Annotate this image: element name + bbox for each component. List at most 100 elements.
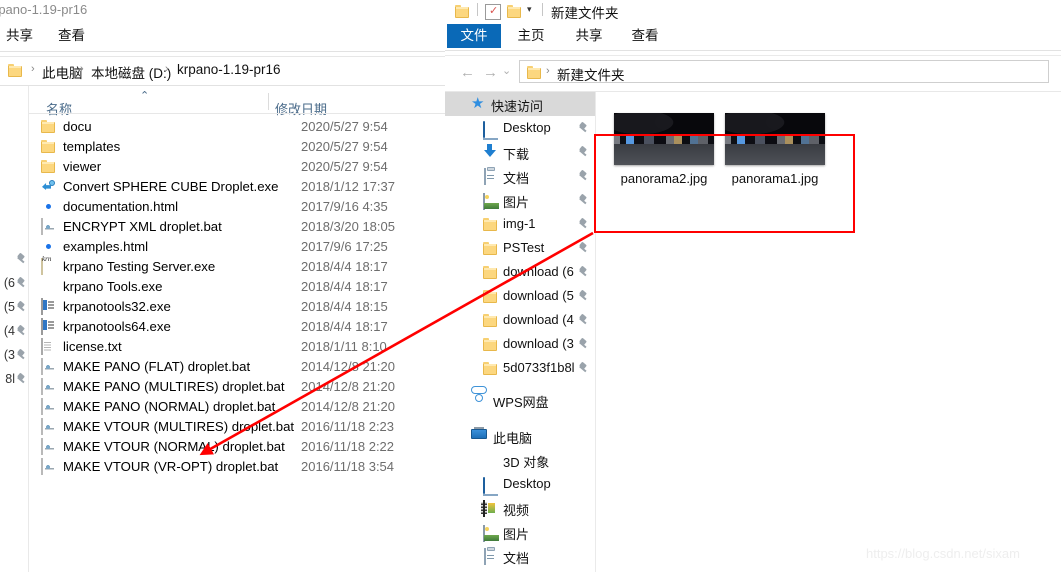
pin-icon[interactable] <box>16 350 27 361</box>
table-row[interactable]: examples.html 2017/9/6 17:25 <box>29 237 445 256</box>
breadcrumb-item-this-pc[interactable]: 此电脑 <box>42 62 83 82</box>
left-clipped-item-0[interactable] <box>0 248 28 272</box>
chevron-down-icon[interactable]: ▾ <box>527 4 532 15</box>
pin-icon[interactable] <box>578 219 589 230</box>
table-row[interactable]: license.txt 2018/1/11 8:10 <box>29 337 445 356</box>
file-name: Convert SPHERE CUBE Droplet.exe <box>63 179 279 194</box>
table-row[interactable]: docu 2020/5/27 9:54 <box>29 117 445 136</box>
table-row[interactable]: MAKE PANO (FLAT) droplet.bat 2014/12/8 2… <box>29 357 445 376</box>
left-tab-view[interactable]: 查看 <box>58 24 85 44</box>
sidebar-item-download-5[interactable]: download (5 <box>445 284 595 308</box>
pin-icon[interactable] <box>16 254 27 265</box>
file-date: 2017/9/16 4:35 <box>301 199 388 214</box>
properties-icon[interactable]: ✓ <box>485 4 501 20</box>
table-row[interactable]: ENCRYPT XML droplet.bat 2018/3/20 18:05 <box>29 217 445 236</box>
pin-icon[interactable] <box>578 363 589 374</box>
breadcrumb-item-local-disk[interactable]: 本地磁盘 (D:) <box>91 62 171 82</box>
sidebar-item-pictures[interactable]: 图片 <box>445 188 595 212</box>
left-clipped-item-5[interactable]: 8l <box>0 368 28 392</box>
left-clipped-item-4[interactable]: (3 <box>0 344 28 368</box>
left-clipped-item-3[interactable]: (4 <box>0 320 28 344</box>
column-header-divider[interactable] <box>268 93 269 110</box>
sidebar-item-img-1[interactable]: img-1 <box>445 212 595 236</box>
sidebar-item-desktop-2[interactable]: Desktop <box>445 472 595 496</box>
qat-divider-2 <box>542 3 543 16</box>
pin-icon[interactable] <box>16 326 27 337</box>
sidebar-item-videos[interactable]: 视频 <box>445 496 595 520</box>
breadcrumb-item-krpano[interactable]: krpano-1.19-pr16 <box>177 62 281 77</box>
left-tab-share[interactable]: 共享 <box>6 24 33 44</box>
column-header-name[interactable]: 名称 <box>46 99 72 118</box>
address-breadcrumb-separator[interactable]: › <box>546 65 550 77</box>
sidebar-item-download-6[interactable]: download (6 <box>445 260 595 284</box>
sidebar-item-download-4[interactable]: download (4 <box>445 308 595 332</box>
pin-icon[interactable] <box>16 302 27 313</box>
sidebar-item-quick-access[interactable]: ★ 快速访问 <box>445 92 595 116</box>
tab-view[interactable]: 查看 <box>621 24 669 48</box>
table-row[interactable]: viewer 2020/5/27 9:54 <box>29 157 445 176</box>
pin-icon[interactable] <box>578 195 589 206</box>
left-clipped-item-1[interactable]: (6 <box>0 272 28 296</box>
sidebar-item-download-3[interactable]: download (3 <box>445 332 595 356</box>
table-row[interactable]: Convert SPHERE CUBE Droplet.exe 2018/1/1… <box>29 177 445 196</box>
table-row[interactable]: MAKE VTOUR (NORMAL) droplet.bat 2016/11/… <box>29 437 445 456</box>
address-breadcrumb-path[interactable]: 新建文件夹 <box>557 64 625 84</box>
table-row[interactable]: documentation.html 2017/9/16 4:35 <box>29 197 445 216</box>
new-folder-icon[interactable] <box>507 4 522 19</box>
table-row[interactable]: krpanotools32.exe 2018/4/4 18:15 <box>29 297 445 316</box>
pin-icon[interactable] <box>16 374 27 385</box>
table-row[interactable]: MAKE VTOUR (MULTIRES) droplet.bat 2016/1… <box>29 417 445 436</box>
sidebar-item-this-pc[interactable]: 此电脑 <box>445 424 595 448</box>
column-header-date-modified[interactable]: 修改日期 <box>275 99 327 118</box>
left-clipped-item-2[interactable]: (5 <box>0 296 28 320</box>
file-date: 2014/12/8 21:20 <box>301 359 395 374</box>
sidebar-item-desktop[interactable]: Desktop <box>445 116 595 140</box>
left-column-header-row <box>29 86 445 112</box>
pin-icon[interactable] <box>578 315 589 326</box>
sidebar-item-wps-cloud[interactable]: WPS网盘 <box>445 388 595 412</box>
tab-share[interactable]: 共享 <box>565 24 613 48</box>
sidebar-item-pictures-2[interactable]: 图片 <box>445 520 595 544</box>
forward-button[interactable]: → <box>483 64 498 81</box>
exe-icon <box>41 318 43 335</box>
sidebar-item-downloads[interactable]: 下载 <box>445 140 595 164</box>
file-name: MAKE PANO (FLAT) droplet.bat <box>63 359 251 374</box>
sidebar-item-documents[interactable]: 文档 <box>445 164 595 188</box>
sidebar-item-documents-2[interactable]: 文档 <box>445 544 595 568</box>
sidebar-item-pstest[interactable]: PSTest <box>445 236 595 260</box>
left-ribbon-tab-strip: 共享 查看 <box>0 24 445 48</box>
videos-icon <box>483 500 495 517</box>
sidebar-item-5d0733f1b8l[interactable]: 5d0733f1b8l <box>445 356 595 380</box>
pin-icon[interactable] <box>578 243 589 254</box>
pin-icon[interactable] <box>16 278 27 289</box>
pin-icon[interactable] <box>578 291 589 302</box>
pin-icon[interactable] <box>578 123 589 134</box>
pin-icon[interactable] <box>578 171 589 182</box>
table-row[interactable]: krpano Tools.exe 2018/4/4 18:17 <box>29 277 445 296</box>
pin-icon[interactable] <box>578 147 589 158</box>
sidebar-item-3d-objects[interactable]: 3D 对象 <box>445 448 595 472</box>
breadcrumb-separator-2[interactable]: › <box>165 63 169 75</box>
breadcrumb-separator-1[interactable]: › <box>80 63 84 75</box>
file-date: 2018/4/4 18:17 <box>301 319 388 334</box>
sort-ascending-icon: ⌃ <box>140 90 150 102</box>
file-date: 2016/11/18 2:23 <box>301 419 395 434</box>
bat-script-icon <box>41 398 43 415</box>
pin-icon[interactable] <box>578 339 589 350</box>
folder-icon[interactable] <box>455 4 470 19</box>
breadcrumb-separator-0[interactable]: › <box>31 63 35 75</box>
pin-icon[interactable] <box>578 267 589 278</box>
table-row[interactable]: templates 2020/5/27 9:54 <box>29 137 445 156</box>
sidebar-item-label: download (3 <box>503 336 574 351</box>
table-row[interactable]: MAKE VTOUR (VR-OPT) droplet.bat 2016/11/… <box>29 457 445 476</box>
table-row[interactable]: MAKE PANO (MULTIRES) droplet.bat 2014/12… <box>29 377 445 396</box>
back-button[interactable]: ← <box>460 64 475 81</box>
table-row[interactable]: krpanotools64.exe 2018/4/4 18:17 <box>29 317 445 336</box>
table-row[interactable]: krpano Testing Server.exe 2018/4/4 18:17 <box>29 257 445 276</box>
tab-file[interactable]: 文件 <box>447 24 501 48</box>
file-date: 2020/5/27 9:54 <box>301 139 388 154</box>
recent-locations-button[interactable]: ⌄ <box>502 64 511 77</box>
table-row[interactable]: MAKE PANO (NORMAL) droplet.bat 2014/12/8… <box>29 397 445 416</box>
left-address-bar[interactable]: › 此电脑 › 本地磁盘 (D:) › krpano-1.19-pr16 <box>0 58 445 84</box>
tab-home[interactable]: 主页 <box>507 24 555 48</box>
